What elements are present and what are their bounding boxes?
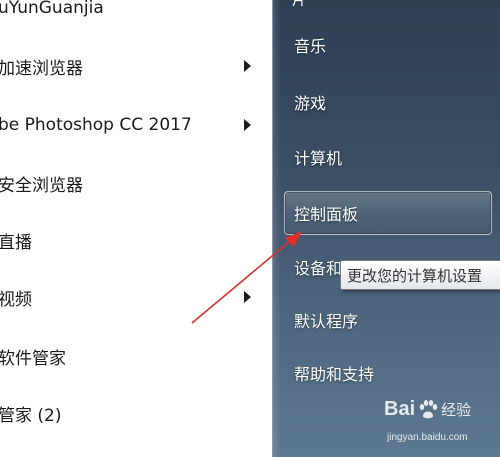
program-item[interactable]: uYunGuanjia: [0, 0, 272, 28]
program-item[interactable]: 管家 (2): [0, 393, 272, 433]
menu-item-default-programs[interactable]: 默认程序: [294, 305, 358, 335]
submenu-arrow-icon: [244, 60, 251, 72]
submenu-arrow-icon: [244, 119, 251, 131]
program-item[interactable]: 加速浏览器: [0, 46, 272, 86]
program-label: 管家 (2): [0, 405, 62, 426]
tooltip-text: 更改您的计算机设置: [347, 266, 483, 285]
program-item[interactable]: 软件管家: [0, 336, 272, 376]
baidu-jingyan-watermark: Bai 经验 jingyan.baidu.com: [384, 398, 500, 454]
menu-item-computer[interactable]: 计算机: [294, 142, 342, 172]
program-label: 软件管家: [0, 348, 66, 369]
watermark-url: jingyan.baidu.com: [387, 432, 468, 443]
program-item[interactable]: be Photoshop CC 2017: [0, 105, 272, 145]
program-item[interactable]: 直播: [0, 220, 272, 260]
program-label: 视频: [0, 289, 32, 310]
menu-item-games[interactable]: 游戏: [294, 87, 326, 117]
program-item[interactable]: 视频: [0, 277, 272, 317]
program-label: 加速浏览器: [0, 58, 83, 79]
watermark-brand: Bai: [384, 398, 416, 420]
program-label: 安全浏览器: [0, 175, 83, 196]
watermark-brand-suffix: 经验: [441, 401, 472, 419]
menu-item-help-support[interactable]: 帮助和支持: [294, 358, 374, 388]
menu-item-music[interactable]: 音乐: [294, 30, 326, 60]
program-list: uYunGuanjia 加速浏览器 be Photoshop CC 2017 安…: [0, 0, 272, 457]
paw-logo-icon: [419, 399, 438, 418]
tooltip: 更改您的计算机设置: [340, 260, 500, 290]
menu-item-control-panel[interactable]: 控制面板: [294, 198, 358, 228]
partial-menu-item[interactable]: 片: [292, 0, 312, 9]
program-label: be Photoshop CC 2017: [0, 115, 192, 135]
program-item[interactable]: 安全浏览器: [0, 163, 272, 203]
program-label: uYunGuanjia: [0, 0, 104, 18]
program-label: 直播: [0, 232, 32, 253]
submenu-arrow-icon: [244, 291, 251, 303]
